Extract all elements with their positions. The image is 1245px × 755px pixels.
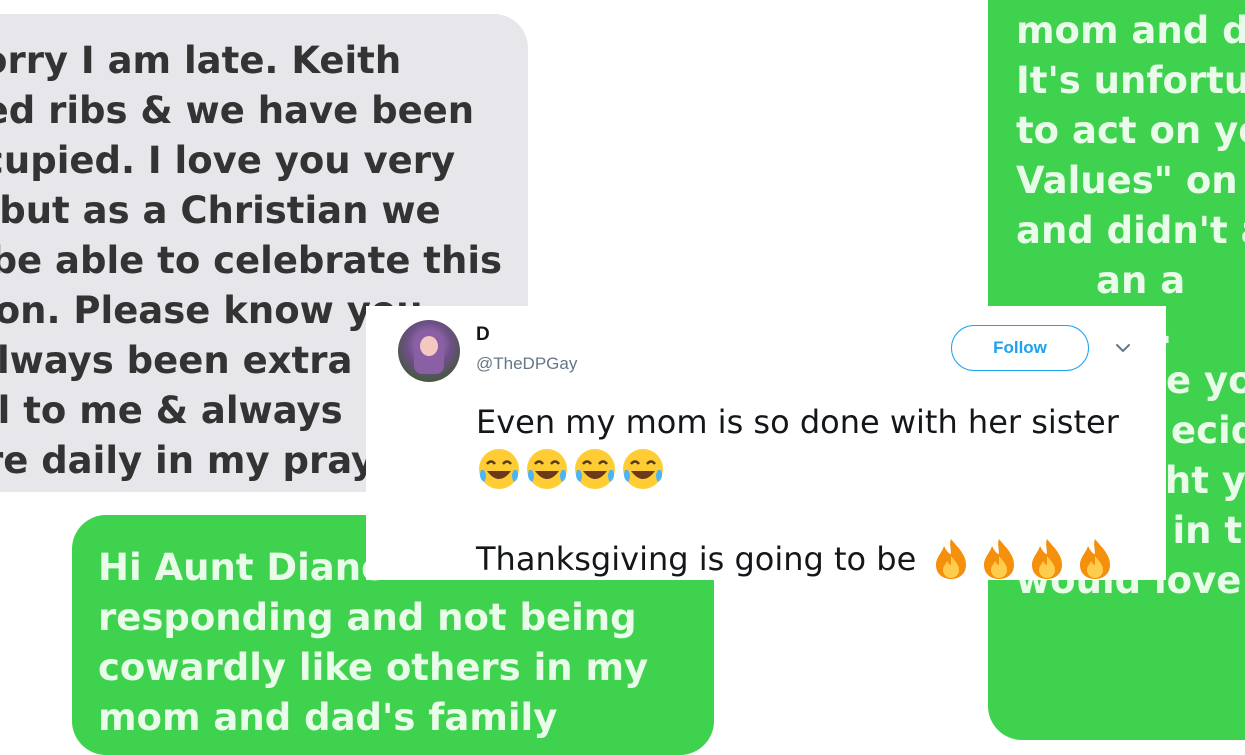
laughing-emoji-row [476, 446, 1119, 492]
tweet-text-line-2-row: Thanksgiving is going to be [476, 536, 1119, 582]
avatar[interactable] [398, 320, 460, 382]
laughing-tears-emoji-icon [527, 449, 567, 489]
message-line: mom and dad's family [98, 696, 558, 739]
message-line: t be able to celebrate this [0, 239, 503, 282]
fire-emoji-icon [936, 539, 967, 579]
laughing-tears-emoji-icon [575, 449, 615, 489]
tweet-spacer [476, 492, 1119, 536]
fire-emoji-icon [984, 539, 1015, 579]
message-line: ccupied. I love you very [0, 139, 456, 182]
message-line: cowardly like others in my [98, 646, 649, 689]
message-line: to act on yo [1016, 109, 1245, 152]
message-line: Values" on r [1016, 159, 1245, 202]
fire-emoji-icon [1032, 539, 1063, 579]
avatar-face [420, 336, 438, 356]
laughing-tears-emoji-icon [623, 449, 663, 489]
message-line: mom and da [1016, 9, 1245, 52]
fire-emoji-row [928, 536, 1118, 582]
message-line: an a [1096, 259, 1186, 302]
tweet-card: D @TheDPGay Follow Even my mom is so don… [366, 306, 1166, 580]
tweet-text: Even my mom is so done with her sister T… [476, 402, 1119, 582]
message-line: responding and not being [98, 596, 637, 639]
display-name[interactable]: D [476, 324, 490, 346]
tweet-text-line-1: Even my mom is so done with her sister [476, 403, 1119, 441]
message-line: and didn't ac [1016, 209, 1245, 252]
message-line: It's unfortun [1016, 59, 1245, 102]
laughing-tears-emoji-icon [479, 449, 519, 489]
message-line: h but as a Christian we [0, 189, 441, 232]
message-line: sorry I am late. Keith [0, 39, 402, 82]
message-line: ked ribs & we have been [0, 89, 475, 132]
user-handle[interactable]: @TheDPGay [476, 354, 577, 374]
chevron-down-icon[interactable] [1114, 342, 1132, 354]
fire-emoji-icon [1080, 539, 1111, 579]
follow-button[interactable]: Follow [951, 325, 1089, 371]
tweet-text-line-2: Thanksgiving is going to be [476, 540, 917, 578]
